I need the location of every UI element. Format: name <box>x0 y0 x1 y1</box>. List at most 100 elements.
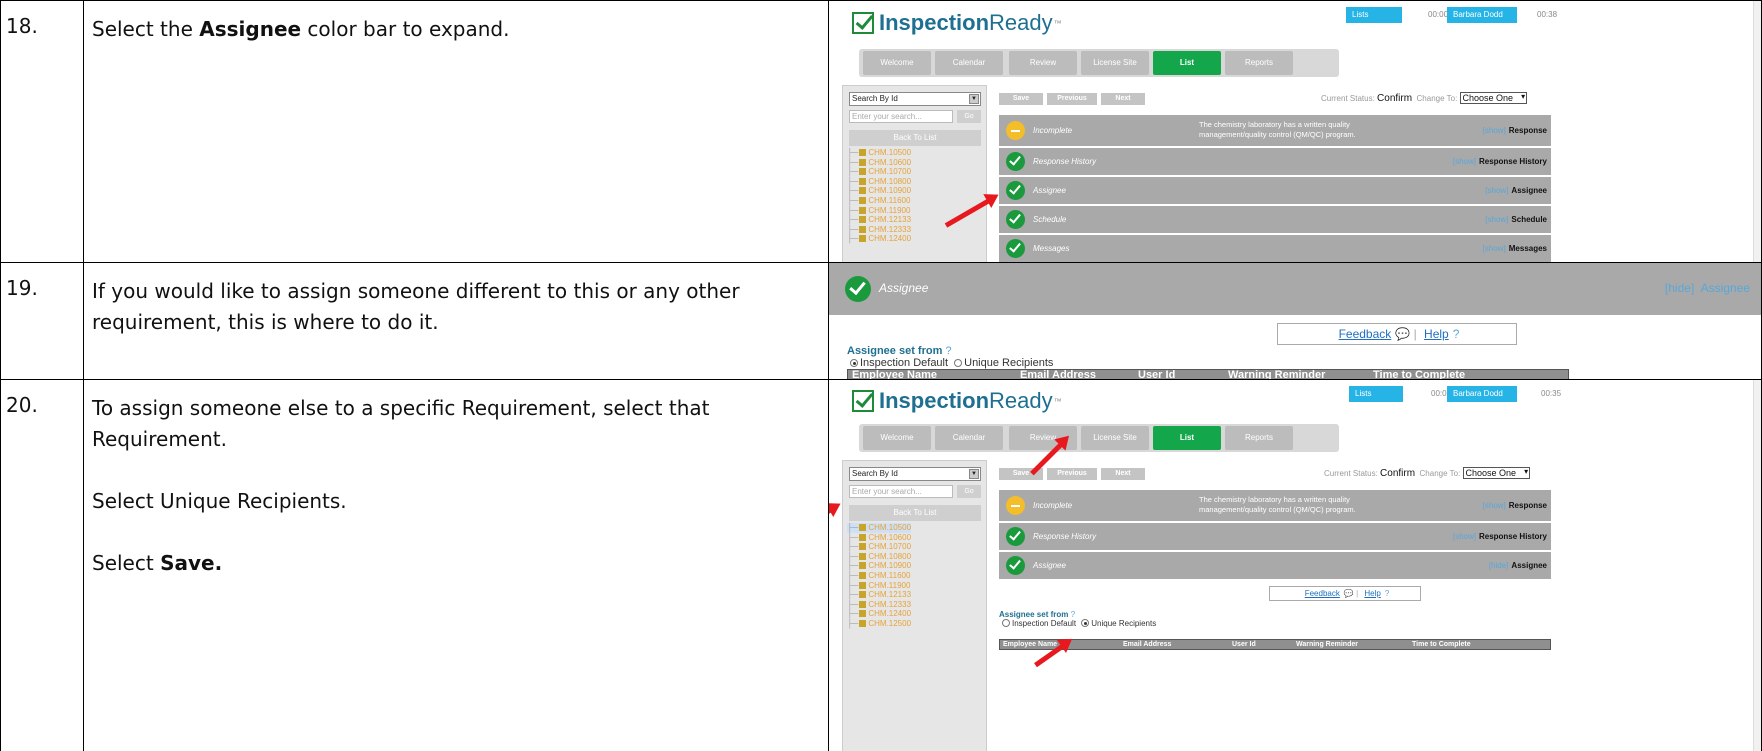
lists-link[interactable]: Lists <box>1346 7 1402 23</box>
tree-item[interactable]: CHM.11900 <box>847 206 911 216</box>
radio-inspection-default[interactable] <box>1002 619 1010 627</box>
tab-license-site[interactable]: License Site <box>1081 426 1149 450</box>
bar-assignee[interactable]: Assignee [hide] Assignee <box>999 552 1551 580</box>
change-to-select[interactable]: Choose One <box>1462 467 1531 479</box>
hide-link[interactable]: [hide] <box>1665 281 1694 295</box>
document-icon <box>859 187 867 195</box>
tree-item[interactable]: CHM.10800 <box>847 552 911 562</box>
bar-response-history[interactable]: Response History [show] Response History <box>999 148 1551 176</box>
tab-welcome[interactable]: Welcome <box>863 51 931 75</box>
user-name[interactable]: Barbara Dodd <box>1447 7 1517 23</box>
previous-button[interactable]: Previous <box>1047 93 1097 105</box>
search-by-select[interactable]: Search By Id ▼ <box>849 467 981 481</box>
document-icon <box>859 235 867 243</box>
help-link[interactable]: Help <box>1424 327 1449 341</box>
app-screenshot: Inspection Ready ™ Lists 00:00 Barbara Dod… <box>829 1 1761 262</box>
bar-incomplete[interactable]: Incomplete The chemistry laboratory has … <box>999 115 1551 147</box>
document-icon <box>859 600 867 608</box>
search-input[interactable]: Enter your search... <box>849 110 953 123</box>
tree-item[interactable]: CHM.12333 <box>847 225 911 235</box>
tab-license-site[interactable]: License Site <box>1081 51 1149 75</box>
tree-item[interactable]: CHM.12400 <box>847 609 911 619</box>
bar-response-history[interactable]: Response History [show] Response History <box>999 523 1551 551</box>
document-icon <box>859 610 867 618</box>
bar-messages[interactable]: Messages [show] Messages <box>999 235 1551 262</box>
tree-item[interactable]: CHM.11600 <box>847 196 911 206</box>
help-link[interactable]: Help <box>1364 589 1380 598</box>
tab-review[interactable]: Review <box>1009 51 1077 75</box>
assignee-expanded-screenshot: Assignee [hide] Assignee Feedback 💬 | Hel… <box>829 263 1761 379</box>
main-tabs: Welcome Calendar Review License Site Lis… <box>859 49 1339 77</box>
hide-link[interactable]: [hide] <box>1489 561 1509 570</box>
tree-item[interactable]: CHM.10600 <box>847 533 911 543</box>
show-link[interactable]: [show] <box>1483 501 1506 510</box>
status-area: Current Status: Confirm Change To: Choos… <box>1324 467 1531 479</box>
show-link[interactable]: [show] <box>1453 157 1476 166</box>
user-name[interactable]: Barbara Dodd <box>1447 386 1517 402</box>
tab-reports[interactable]: Reports <box>1225 426 1293 450</box>
tree-item[interactable]: CHM.10800 <box>847 177 911 187</box>
tab-list[interactable]: List <box>1153 51 1221 75</box>
show-link[interactable]: [show] <box>1485 215 1508 224</box>
instruction-text: Select Save. <box>92 551 223 575</box>
search-by-select[interactable]: Search By Id ▼ <box>849 92 981 106</box>
step-instruction: To assign someone else to a specific Req… <box>83 379 829 751</box>
show-link[interactable]: [show] <box>1453 532 1476 541</box>
next-button[interactable]: Next <box>1101 93 1145 105</box>
save-button[interactable]: Save <box>999 93 1043 105</box>
tree-item[interactable]: CHM.10500 <box>847 148 911 158</box>
go-button[interactable]: Go <box>957 110 981 123</box>
tree-item[interactable]: CHM.10900 <box>847 186 911 196</box>
tree-item[interactable]: CHM.12133 <box>847 590 911 600</box>
feedback-link[interactable]: Feedback <box>1339 327 1392 341</box>
tab-calendar[interactable]: Calendar <box>935 51 1003 75</box>
step-number: 19. <box>0 262 84 380</box>
bar-incomplete[interactable]: Incomplete The chemistry laboratory has … <box>999 490 1551 522</box>
bar-assignee[interactable]: Assignee [show] Assignee <box>999 177 1551 205</box>
checkbox-logo-icon <box>852 12 874 34</box>
tree-item[interactable]: CHM.12333 <box>847 600 911 610</box>
feedback-help-bar: Feedback 💬 | Help? <box>1277 323 1517 345</box>
show-link[interactable]: [show] <box>1483 244 1506 253</box>
lists-link[interactable]: Lists <box>1349 386 1403 402</box>
scrollbar[interactable] <box>1753 380 1761 751</box>
show-link[interactable]: [show] <box>1485 186 1508 195</box>
change-to-select[interactable]: Choose One <box>1459 92 1528 104</box>
previous-button[interactable]: Previous <box>1047 468 1097 480</box>
tree-item[interactable]: CHM.10900 <box>847 561 911 571</box>
tree-item[interactable]: CHM.10700 <box>847 542 911 552</box>
show-link[interactable]: [show] <box>1483 126 1506 135</box>
instruction-text: To assign someone else to a specific Req… <box>92 396 710 451</box>
tree-item[interactable]: CHM.10500 <box>847 523 912 533</box>
tree-item[interactable]: CHM.12500 <box>847 619 911 629</box>
radio-unique-recipients[interactable] <box>1081 619 1090 627</box>
tab-reports[interactable]: Reports <box>1225 51 1293 75</box>
comment-icon: 💬 <box>1343 589 1354 598</box>
go-button[interactable]: Go <box>957 485 981 498</box>
check-icon <box>1006 181 1025 200</box>
tree-item[interactable]: CHM.12133 <box>847 215 911 225</box>
radio-unique-recipients[interactable] <box>954 359 963 367</box>
bar-assignee[interactable]: Assignee [hide] Assignee <box>829 263 1761 315</box>
document-icon <box>859 177 867 185</box>
tree-item[interactable]: CHM.10600 <box>847 158 911 168</box>
feedback-link[interactable]: Feedback <box>1305 589 1340 598</box>
tree-item[interactable]: CHM.11600 <box>847 571 911 581</box>
screenshot-cell: Assignee [hide] Assignee Feedback 💬 | Hel… <box>828 262 1762 380</box>
tab-list[interactable]: List <box>1153 426 1221 450</box>
incomplete-icon <box>1006 496 1025 515</box>
next-button[interactable]: Next <box>1101 468 1145 480</box>
main-tabs: Welcome Calendar Review License Site Lis… <box>859 424 1339 452</box>
tab-calendar[interactable]: Calendar <box>935 426 1003 450</box>
tree-item[interactable]: CHM.11900 <box>847 581 911 591</box>
back-to-list-button[interactable]: Back To List <box>849 130 981 146</box>
bar-schedule[interactable]: Schedule [show] Schedule <box>999 206 1551 234</box>
radio-inspection-default[interactable] <box>850 359 858 367</box>
document-icon <box>859 206 867 214</box>
scrollbar[interactable] <box>1753 1 1761 262</box>
tree-item[interactable]: CHM.10700 <box>847 167 911 177</box>
search-input[interactable]: Enter your search... <box>849 485 953 498</box>
tab-welcome[interactable]: Welcome <box>863 426 931 450</box>
back-to-list-button[interactable]: Back To List <box>849 505 981 521</box>
tree-item[interactable]: CHM.12400 <box>847 234 911 244</box>
